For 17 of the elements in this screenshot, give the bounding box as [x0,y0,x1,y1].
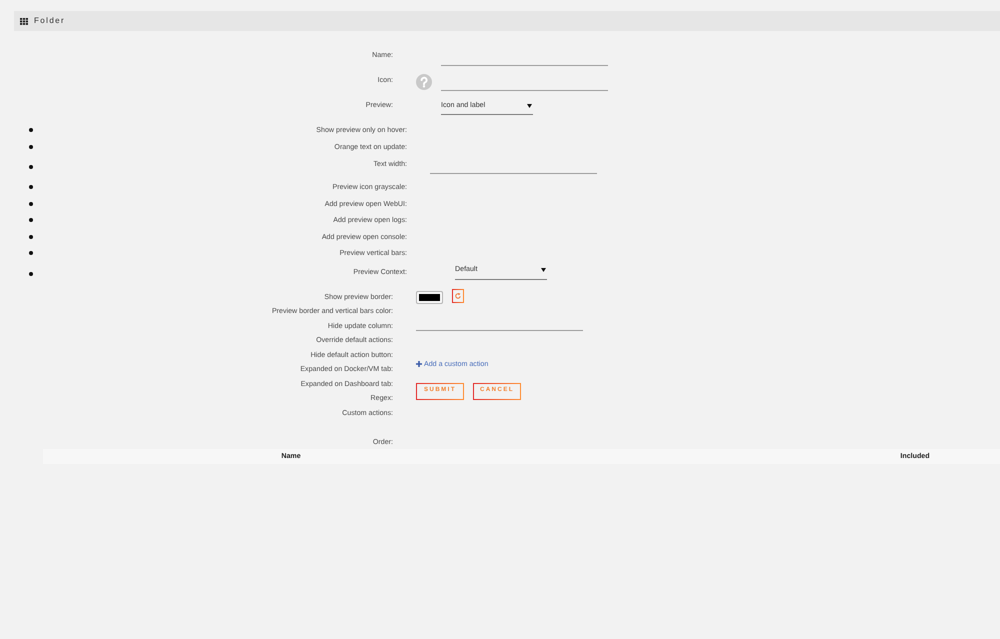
color-picker[interactable] [416,290,443,304]
caret-icon [527,104,532,108]
bullet-icon [29,202,33,206]
refresh-icon [455,292,461,298]
bullet-icon [29,165,33,169]
bullet-icon [29,251,33,256]
plus-icon [416,360,422,366]
help-icon[interactable] [416,74,432,90]
bullet-icon [29,272,33,276]
grid-icon [20,18,28,24]
header-title: Folder [34,15,66,27]
caret-icon [541,268,546,272]
bullet-icon [29,218,33,222]
bullet-icon [29,128,33,132]
bullet-icon [29,144,33,149]
bullet-icon [29,185,33,190]
bullet-icon [29,234,33,239]
